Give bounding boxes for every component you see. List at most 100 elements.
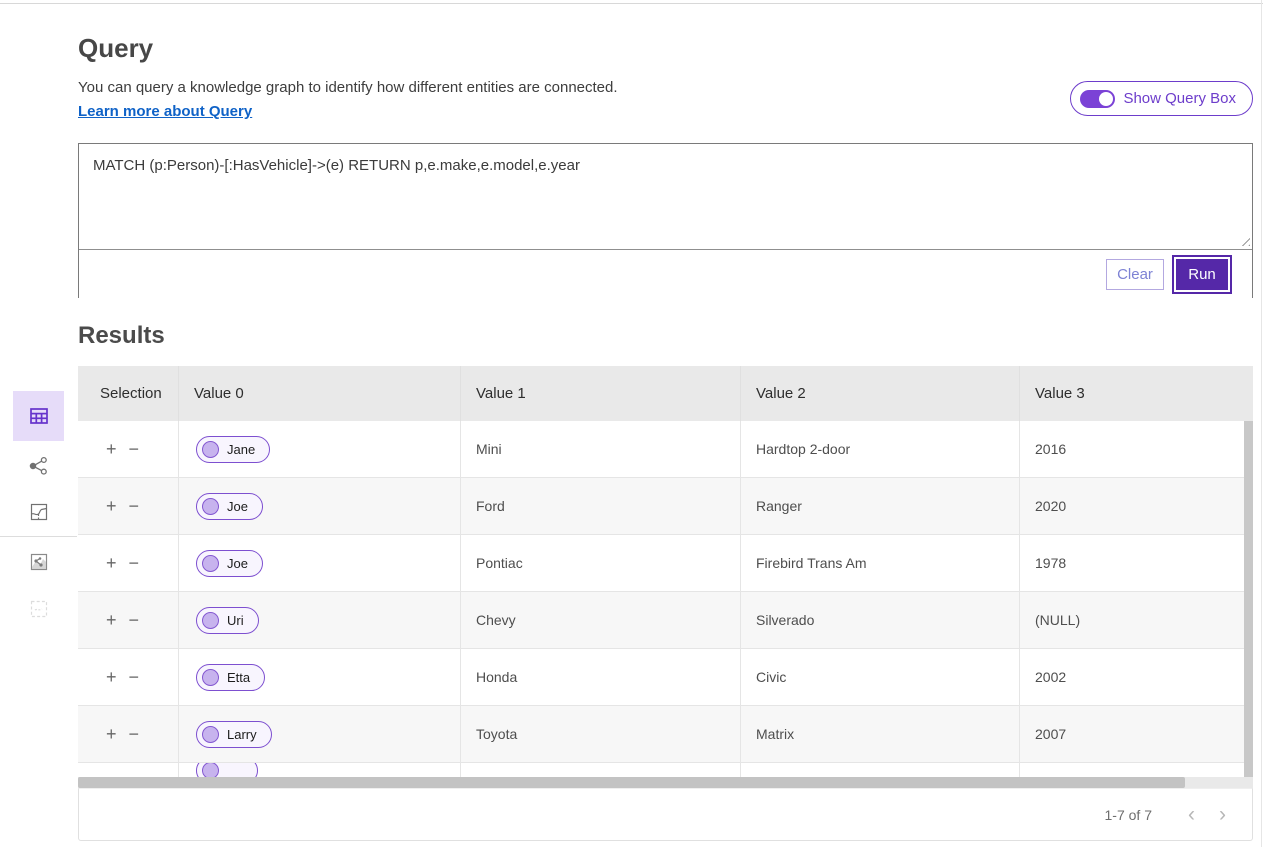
clear-button[interactable]: Clear xyxy=(1106,259,1164,290)
entity-pill[interactable]: Joe xyxy=(196,550,263,577)
query-page: Query You can query a knowledge graph to… xyxy=(0,0,1263,847)
add-to-selection-button[interactable]: + xyxy=(100,554,123,572)
node-dot-icon xyxy=(202,669,219,686)
table-row: + − Jane Mini Hardtop 2-door 2016 xyxy=(78,421,1244,478)
query-actions-bar: Clear Run xyxy=(79,249,1252,298)
value0-cell: Joe xyxy=(178,535,460,591)
view-switcher-sidebar xyxy=(0,0,77,847)
add-to-selection-button[interactable]: + xyxy=(100,611,123,629)
table-body-rows: + − Jane Mini Hardtop 2-door 2016 + − Jo… xyxy=(78,421,1244,763)
table-body: + − Jane Mini Hardtop 2-door 2016 + − Jo… xyxy=(78,421,1253,777)
value3-cell: 2007 xyxy=(1019,706,1244,762)
node-dot-icon xyxy=(202,763,219,777)
selection-cell: + − xyxy=(78,535,178,591)
sidebar-item-map-view[interactable] xyxy=(13,487,64,537)
value2-cell: Ranger xyxy=(740,478,1019,534)
value0-cell: Jane xyxy=(178,421,460,477)
selection-cell: + − xyxy=(78,592,178,648)
learn-more-link[interactable]: Learn more about Query xyxy=(78,103,252,120)
value0-cell: Larry xyxy=(178,706,460,762)
sidebar-item-graph-view[interactable] xyxy=(13,441,64,491)
toggle-knob xyxy=(1099,92,1113,106)
entity-pill[interactable]: Larry xyxy=(196,721,272,748)
remove-from-selection-button[interactable]: − xyxy=(123,611,146,629)
value1-cell: Chevy xyxy=(460,592,740,648)
column-header-value2: Value 2 xyxy=(740,366,1019,421)
node-dot-icon xyxy=(202,441,219,458)
value3-cell: 1978 xyxy=(1019,535,1244,591)
value1-cell: Mini xyxy=(460,421,740,477)
query-editor-box: MATCH (p:Person)-[:HasVehicle]->(e) RETU… xyxy=(78,143,1253,298)
entity-pill[interactable]: Joe xyxy=(196,493,263,520)
map-view-icon xyxy=(28,501,50,523)
selection-cell: + − xyxy=(78,649,178,705)
query-input[interactable]: MATCH (p:Person)-[:HasVehicle]->(e) RETU… xyxy=(79,144,1252,248)
value0-cell: Uri xyxy=(178,592,460,648)
node-dot-icon xyxy=(202,726,219,743)
sidebar-item-map-graph-view[interactable] xyxy=(13,537,64,587)
table-header-row: Selection Value 0 Value 1 Value 2 Value … xyxy=(78,366,1253,421)
page-title: Query xyxy=(78,33,153,64)
value2-cell: Hardtop 2-door xyxy=(740,421,1019,477)
pagination-bar: 1-7 of 7 ‹ › xyxy=(78,788,1253,841)
run-button[interactable]: Run xyxy=(1176,259,1228,290)
value0-cell: Etta xyxy=(178,649,460,705)
value3-cell: 2002 xyxy=(1019,649,1244,705)
selection-cell: + − xyxy=(78,706,178,762)
results-title: Results xyxy=(78,322,165,350)
table-row: + − Etta Honda Civic 2002 xyxy=(78,649,1244,706)
column-header-value3: Value 3 xyxy=(1019,366,1253,421)
vertical-scrollbar-thumb[interactable] xyxy=(1244,421,1253,777)
table-row-partial xyxy=(78,763,1244,777)
selection-cell: + − xyxy=(78,421,178,477)
remove-from-selection-button[interactable]: − xyxy=(123,725,146,743)
sidebar-item-expand-view-disabled xyxy=(13,584,64,634)
entity-name: Etta xyxy=(227,670,250,685)
add-to-selection-button[interactable]: + xyxy=(100,725,123,743)
toggle-on-icon xyxy=(1080,90,1115,108)
table-row: + − Uri Chevy Silverado (NULL) xyxy=(78,592,1244,649)
column-header-value0: Value 0 xyxy=(178,366,460,421)
entity-pill[interactable]: Uri xyxy=(196,607,259,634)
remove-from-selection-button[interactable]: − xyxy=(123,668,146,686)
remove-from-selection-button[interactable]: − xyxy=(123,554,146,572)
next-page-icon[interactable]: › xyxy=(1207,803,1238,827)
entity-name: Joe xyxy=(227,499,248,514)
table-row: + − Larry Toyota Matrix 2007 xyxy=(78,706,1244,763)
selection-cell: + − xyxy=(78,478,178,534)
graph-view-icon xyxy=(28,455,50,477)
show-query-box-toggle[interactable]: Show Query Box xyxy=(1070,81,1253,116)
add-to-selection-button[interactable]: + xyxy=(100,497,123,515)
entity-name: Larry xyxy=(227,727,257,742)
value1-cell: Ford xyxy=(460,478,740,534)
top-divider xyxy=(0,3,1263,4)
entity-pill[interactable] xyxy=(196,763,258,777)
value1-cell: Pontiac xyxy=(460,535,740,591)
add-to-selection-button[interactable]: + xyxy=(100,668,123,686)
page-description: You can query a knowledge graph to ident… xyxy=(78,79,618,96)
node-dot-icon xyxy=(202,498,219,515)
entity-name: Jane xyxy=(227,442,255,457)
value3-cell: 2016 xyxy=(1019,421,1244,477)
entity-pill[interactable]: Etta xyxy=(196,664,265,691)
remove-from-selection-button[interactable]: − xyxy=(123,440,146,458)
add-to-selection-button[interactable]: + xyxy=(100,440,123,458)
table-view-icon xyxy=(27,404,51,428)
value2-cell: Silverado xyxy=(740,592,1019,648)
horizontal-scrollbar-thumb[interactable] xyxy=(78,777,1185,788)
remove-from-selection-button[interactable]: − xyxy=(123,497,146,515)
vertical-scrollbar[interactable] xyxy=(1244,421,1253,777)
node-dot-icon xyxy=(202,612,219,629)
sidebar-item-table-view[interactable] xyxy=(13,391,64,441)
expand-view-disabled-icon xyxy=(28,598,50,620)
value1-cell: Honda xyxy=(460,649,740,705)
column-header-selection: Selection xyxy=(78,366,178,421)
value3-cell: (NULL) xyxy=(1019,592,1244,648)
right-edge-divider xyxy=(1261,0,1262,847)
entity-name: Uri xyxy=(227,613,244,628)
entity-name: Joe xyxy=(227,556,248,571)
entity-pill[interactable]: Jane xyxy=(196,436,270,463)
previous-page-icon[interactable]: ‹ xyxy=(1176,803,1207,827)
table-row: + − Joe Ford Ranger 2020 xyxy=(78,478,1244,535)
horizontal-scrollbar[interactable] xyxy=(78,777,1253,788)
